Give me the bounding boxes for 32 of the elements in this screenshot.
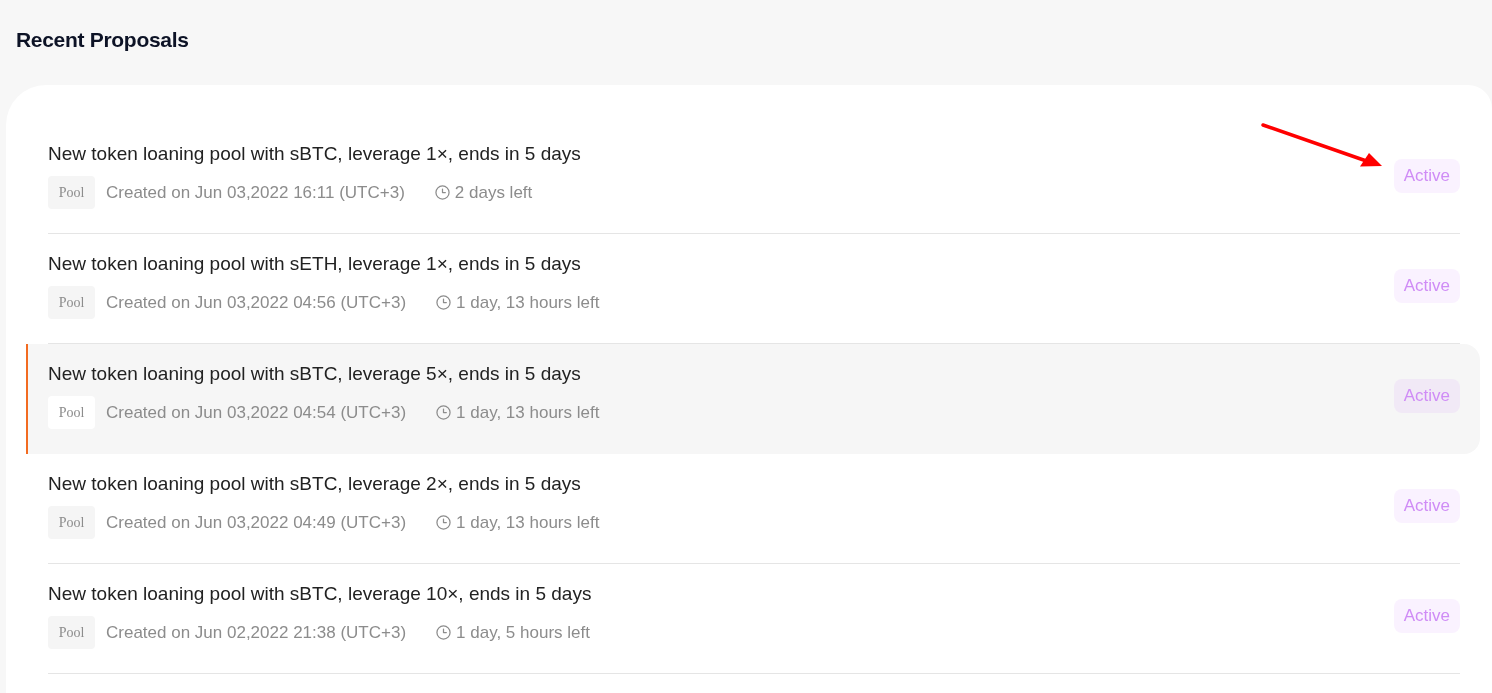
status-badge: Active xyxy=(1393,598,1460,633)
created-date: Created on Jun 03,2022 04:54 (UTC+3) xyxy=(106,401,407,424)
time-left: 1 day, 5 hours left xyxy=(456,621,590,644)
time-left: 1 day, 13 hours left xyxy=(456,511,600,534)
clock-icon xyxy=(436,515,452,530)
category-tag: Pool xyxy=(48,616,95,649)
category-tag: Pool xyxy=(48,506,95,539)
proposal-row[interactable]: New token loaning pool with sBTC, leverage 5×, ends in 5 days Pool Created on Jun 03,2022 04:54 (UTC+3) 1 day, 13 hours left Active xyxy=(26,344,1480,454)
time-left: 1 day, 13 hours left xyxy=(456,401,600,424)
status-badge: Active xyxy=(1393,488,1460,523)
clock-icon xyxy=(436,625,452,640)
proposal-title: New token loaning pool with sBTC, leverage 2×, ends in 5 days xyxy=(48,474,582,494)
created-date: Created on Jun 02,2022 21:38 (UTC+3) xyxy=(106,621,407,644)
proposal-title: New token loaning pool with sBTC, leverage 5×, ends in 5 days xyxy=(48,364,582,384)
created-date: Created on Jun 03,2022 04:49 (UTC+3) xyxy=(106,511,407,534)
status-badge: Active xyxy=(1393,268,1460,303)
time-left: 1 day, 13 hours left xyxy=(456,291,600,314)
clock-icon xyxy=(434,185,450,200)
category-tag: Pool xyxy=(48,286,95,319)
category-tag: Pool xyxy=(48,176,95,209)
clock-icon xyxy=(436,295,452,310)
proposal-title: New token loaning pool with sBTC, leverage 10×, ends in 5 days xyxy=(48,584,592,604)
clock-icon xyxy=(436,405,452,420)
status-badge: Active xyxy=(1393,378,1460,413)
time-left: 2 days left xyxy=(454,181,533,204)
status-badge: Active xyxy=(1393,158,1460,193)
proposal-title: New token loaning pool with sBTC, leverage 1×, ends in 5 days xyxy=(48,144,581,164)
section-heading: Recent Proposals xyxy=(16,27,189,53)
created-date: Created on Jun 03,2022 04:56 (UTC+3) xyxy=(106,291,407,314)
created-date: Created on Jun 03,2022 16:11 (UTC+3) xyxy=(106,181,405,204)
category-tag: Pool xyxy=(48,396,95,429)
proposal-title: New token loaning pool with sETH, leverage 1×, ends in 5 days xyxy=(48,254,582,274)
